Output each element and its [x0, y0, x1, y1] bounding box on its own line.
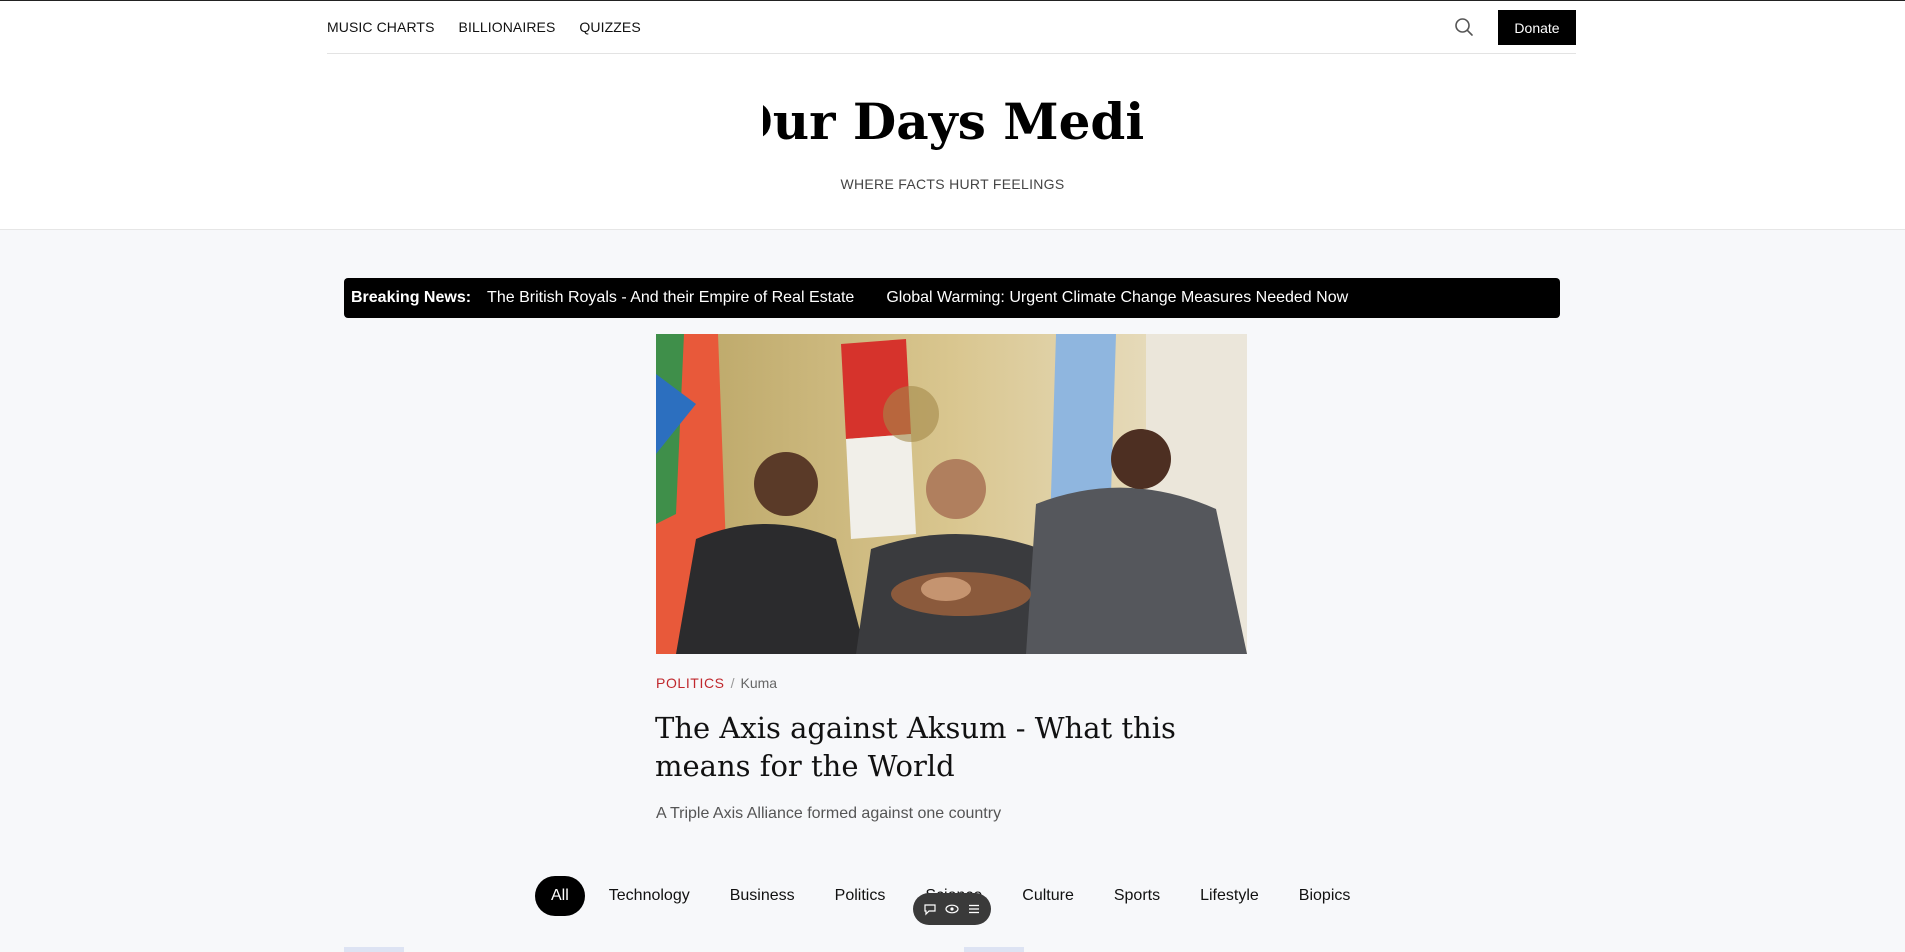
article-author[interactable]: Kuma [740, 675, 777, 691]
tagline: WHERE FACTS HURT FEELINGS [840, 176, 1065, 192]
breaking-news-item[interactable]: Global Warming: Urgent Climate Change Me… [886, 289, 1348, 307]
filter-business[interactable]: Business [710, 876, 815, 916]
comment-icon[interactable] [923, 902, 937, 916]
filter-culture[interactable]: Culture [1002, 876, 1094, 916]
article-headline[interactable]: The Axis against Aksum - What this means… [655, 709, 1255, 785]
filter-biopics[interactable]: Biopics [1279, 876, 1371, 916]
featured-article-image[interactable] [656, 334, 1247, 654]
menu-icon[interactable] [967, 902, 981, 916]
filter-politics[interactable]: Politics [815, 876, 906, 916]
nav-billionaires[interactable]: BILLIONAIRES [459, 19, 556, 35]
filter-all[interactable]: All [535, 876, 585, 916]
article-meta: POLITICS / Kuma [656, 675, 777, 691]
filter-technology[interactable]: Technology [589, 876, 710, 916]
site-logo[interactable]: Our Days Media [0, 87, 1905, 157]
meta-separator: / [730, 675, 735, 691]
filter-sports[interactable]: Sports [1094, 876, 1180, 916]
top-bar: MUSIC CHARTS BILLIONAIRES QUIZZES Donate [327, 1, 1576, 54]
breaking-news-item[interactable]: The British Royals - And their Empire of… [487, 289, 854, 307]
site-logo-text: Our Days Media [763, 92, 1143, 151]
nav-quizzes[interactable]: QUIZZES [579, 19, 640, 35]
article-card-thumbnail-edge [344, 947, 404, 952]
search-icon[interactable] [1454, 17, 1474, 37]
breaking-news-bar: Breaking News: The British Royals - And … [344, 278, 1560, 318]
article-dek: A Triple Axis Alliance formed against on… [656, 805, 1002, 822]
nav-music-charts[interactable]: MUSIC CHARTS [327, 19, 435, 35]
donate-button[interactable]: Donate [1498, 10, 1576, 45]
article-category-link[interactable]: POLITICS [656, 675, 725, 691]
eye-icon[interactable] [945, 902, 959, 916]
floating-toolbar [913, 893, 991, 925]
masthead: MUSIC CHARTS BILLIONAIRES QUIZZES Donate… [0, 1, 1905, 230]
article-card-thumbnail-edge [964, 947, 1024, 952]
breaking-news-label: Breaking News: [351, 289, 472, 306]
filter-lifestyle[interactable]: Lifestyle [1180, 876, 1279, 916]
top-nav: MUSIC CHARTS BILLIONAIRES QUIZZES [327, 19, 641, 35]
